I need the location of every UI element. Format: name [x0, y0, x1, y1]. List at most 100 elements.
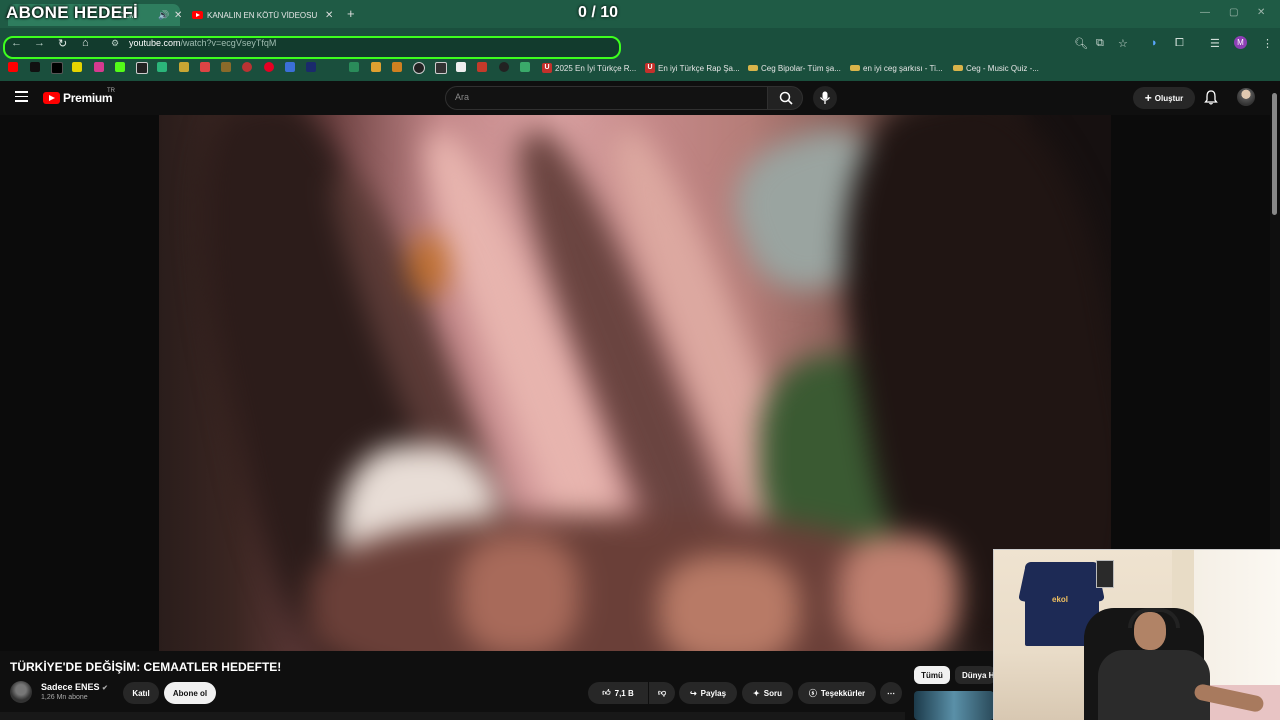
bookmark-icon[interactable] — [242, 62, 252, 72]
channel-avatar[interactable] — [10, 681, 32, 703]
close-tab-icon[interactable]: ✕ — [174, 10, 182, 21]
account-avatar[interactable] — [1237, 88, 1255, 106]
verified-icon: ✔ — [102, 685, 108, 692]
bookmark-icon[interactable] — [392, 62, 402, 72]
new-tab-icon[interactable]: + — [347, 6, 355, 21]
bookmark-x-icon[interactable] — [51, 62, 63, 74]
bookmark-u-icon: U — [645, 63, 655, 73]
share-button[interactable]: ↪ Paylaş — [679, 682, 737, 704]
bookmark-icon[interactable] — [520, 62, 530, 72]
below-video-strip — [0, 712, 905, 720]
extensions-puzzle-icon[interactable]: ⧠ — [1175, 37, 1184, 50]
bookmark-star-icon[interactable]: ☆ — [1118, 37, 1128, 50]
search-box[interactable] — [445, 86, 768, 110]
webcam-overlay: ekol — [993, 549, 1280, 720]
url-text[interactable]: youtube.com/watch?v=ecgVseyTfqM — [129, 38, 276, 48]
bookmark-icon[interactable] — [435, 62, 447, 74]
forward-icon[interactable]: → — [34, 37, 45, 49]
ask-button[interactable]: ✦ Soru — [742, 682, 793, 704]
bookmark-item[interactable]: Ceg - Music Quiz -... — [953, 62, 1039, 74]
bookmark-icon[interactable] — [477, 62, 487, 72]
bookmark-icon[interactable] — [499, 62, 509, 72]
bookmark-icon[interactable] — [285, 62, 295, 72]
create-button[interactable]: + Oluştur — [1133, 87, 1195, 109]
minimize-icon[interactable]: — — [1200, 7, 1210, 18]
bookmark-icon[interactable] — [349, 62, 359, 72]
more-actions-button[interactable]: ⋯ — [880, 682, 902, 704]
menu-kebab-icon[interactable]: ⋮ — [1262, 37, 1273, 50]
voice-search-button[interactable] — [813, 86, 837, 110]
bookmark-icon[interactable] — [413, 62, 425, 74]
tab-title: KANALIN EN KÖTÜ VİDEOSU - — [207, 10, 317, 20]
video-frame — [159, 115, 1111, 651]
tab-inactive[interactable]: KANALIN EN KÖTÜ VİDEOSU - ✕ — [186, 4, 336, 26]
logo-text: Premium — [63, 91, 113, 105]
thumbs-down-icon: 👎︎ — [657, 688, 667, 697]
bookmark-youtube-icon[interactable] — [8, 62, 18, 72]
bookmark-label: Ceg - Music Quiz -... — [966, 63, 1039, 73]
bookmark-gmail-icon[interactable] — [200, 62, 210, 72]
thanks-label: Teşekkürler — [820, 688, 866, 698]
search-input[interactable] — [455, 92, 755, 102]
bookmark-icon[interactable] — [179, 62, 189, 72]
bookmark-u-icon: U — [542, 63, 552, 73]
dislike-button[interactable]: 👎︎ — [649, 682, 675, 704]
channel-name[interactable]: Sadece ENES ✔ — [41, 682, 108, 692]
close-window-icon[interactable]: ✕ — [1257, 7, 1265, 18]
channel-subscribers: 1,26 Mn abone — [41, 694, 88, 701]
bookmark-icon[interactable] — [157, 62, 167, 72]
bookmark-icon[interactable] — [306, 62, 316, 72]
bookmark-icon[interactable] — [221, 62, 231, 72]
bookmark-icon[interactable] — [371, 62, 381, 72]
bookmark-icon[interactable] — [136, 62, 148, 74]
bookmark-instagram-icon[interactable] — [94, 62, 104, 72]
mic-icon — [819, 91, 831, 104]
speaker-icon[interactable]: 🔊 — [158, 10, 169, 21]
back-icon[interactable]: ← — [11, 37, 22, 49]
extension-icon[interactable]: ◗ — [1151, 37, 1158, 49]
menu-hamburger-icon[interactable] — [15, 91, 28, 105]
bookmark-icon[interactable] — [456, 62, 466, 72]
close-tab-icon[interactable]: ✕ — [325, 10, 333, 21]
bookmark-item[interactable]: en iyi ceg şarkısı - Ti... — [850, 62, 943, 74]
install-app-icon[interactable]: ⧉ — [1096, 37, 1104, 50]
recommended-thumbnail[interactable] — [914, 691, 994, 720]
join-label: Katıl — [132, 688, 150, 698]
like-button[interactable]: 👍︎ 7,1 B — [588, 682, 648, 704]
notifications-bell-icon[interactable] — [1204, 90, 1218, 105]
sparkle-icon: ✦ — [753, 688, 760, 698]
home-icon[interactable]: ⌂ — [82, 37, 89, 49]
reading-list-icon[interactable]: ☰ — [1210, 37, 1220, 50]
cam-poster — [1096, 560, 1114, 588]
bookmark-kick-icon[interactable] — [115, 62, 125, 72]
page-scrollbar[interactable] — [1272, 93, 1277, 215]
youtube-favicon-icon — [192, 11, 203, 19]
maximize-icon[interactable]: ▢ — [1229, 7, 1238, 18]
search-button[interactable] — [767, 86, 803, 110]
super-thanks-icon: ⓢ — [808, 688, 817, 698]
folder-icon — [953, 65, 963, 71]
profile-avatar[interactable]: M — [1234, 36, 1247, 49]
join-button[interactable]: Katıl — [123, 682, 159, 704]
site-info-icon[interactable]: ⚙ — [111, 38, 119, 49]
bookmark-label: 2025 En İyi Türkçe R... — [555, 63, 637, 73]
bookmark-item[interactable]: Ceg Bipolar- Tüm şa... — [748, 62, 841, 74]
zoom-icon[interactable]: 🔍︎ — [1074, 37, 1088, 50]
address-bar[interactable] — [3, 36, 621, 59]
thanks-button[interactable]: ⓢ Teşekkürler — [798, 682, 876, 704]
chip-all[interactable]: Tümü — [914, 666, 950, 684]
bookmark-s-icon[interactable] — [72, 62, 82, 72]
bookmark-tiktok-icon[interactable] — [30, 62, 40, 72]
bookmark-pinterest-icon[interactable] — [264, 62, 274, 72]
more-horizontal-icon: ⋯ — [887, 688, 895, 698]
video-title: TÜRKİYE'DE DEĞİŞİM: CEMAATLER HEDEFTE! — [10, 660, 282, 674]
reload-icon[interactable]: ↻ — [58, 37, 67, 50]
subscribe-button[interactable]: Abone ol — [164, 682, 216, 704]
blurred-video-content — [159, 115, 1111, 651]
bookmark-item[interactable]: U En iyi Türkçe Rap Şa... — [645, 62, 740, 74]
bookmark-item[interactable]: U 2025 En İyi Türkçe R... — [542, 62, 636, 74]
chip-world[interactable]: Dünya H — [955, 666, 995, 684]
youtube-logo[interactable]: Premium TR — [43, 88, 115, 105]
url-path: /watch?v=ecgVseyTfqM — [180, 38, 277, 48]
bookmark-label: Ceg Bipolar- Tüm şa... — [761, 63, 841, 73]
